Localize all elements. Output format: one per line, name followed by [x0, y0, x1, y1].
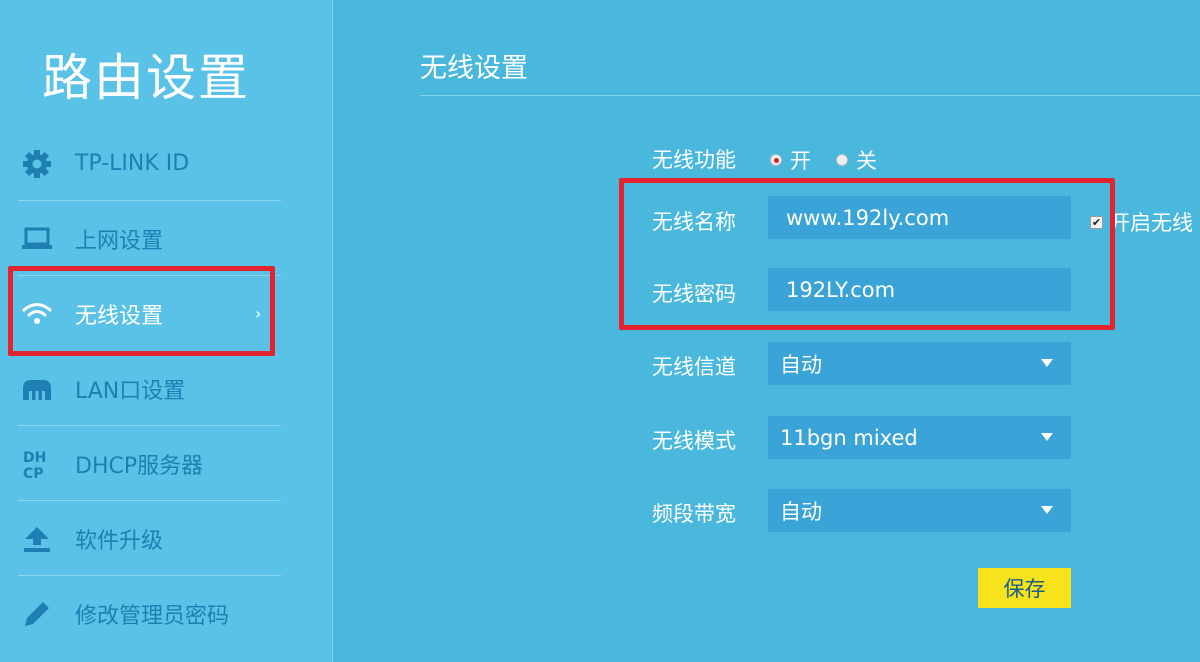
upload-icon	[20, 522, 54, 556]
sidebar-item-tplink-id[interactable]: TP-LINK ID	[0, 126, 333, 201]
pencil-icon	[20, 597, 54, 631]
svg-text:CP: CP	[23, 466, 44, 481]
sidebar-item-dhcp[interactable]: DH CP DHCP服务器	[0, 426, 333, 501]
lan-icon	[20, 372, 54, 406]
save-button[interactable]: 保存	[978, 568, 1071, 608]
mode-select[interactable]: 11bgn mixed	[768, 416, 1071, 459]
sidebar-item-label: LAN口设置	[75, 378, 186, 404]
brand-title: 路由设置	[42, 49, 250, 107]
sidebar-item-label: DHCP服务器	[75, 453, 204, 479]
sidebar-item-label: 修改管理员密码	[75, 603, 230, 629]
channel-select[interactable]: 自动	[768, 342, 1071, 385]
select-value: 自动	[780, 499, 822, 524]
caret-down-icon	[1041, 359, 1053, 367]
title-divider	[420, 95, 1200, 96]
highlight-box-sidebar	[8, 266, 275, 356]
select-value: 自动	[780, 352, 822, 377]
page-title: 无线设置	[420, 53, 528, 84]
radio-dot-icon	[770, 154, 782, 166]
sidebar-item-label: 软件升级	[75, 528, 164, 554]
caret-down-icon	[1041, 433, 1053, 441]
channel-label: 无线信道	[652, 355, 736, 379]
svg-text:DH: DH	[23, 450, 46, 466]
dhcp-icon: DH CP	[20, 447, 54, 481]
select-value: 11bgn mixed	[780, 425, 918, 450]
mode-label: 无线模式	[652, 429, 736, 453]
radio-dot-icon	[836, 154, 848, 166]
radio-label: 开	[790, 149, 811, 173]
sidebar-item-admin-password[interactable]: 修改管理员密码	[0, 576, 333, 651]
sidebar-item-label: 上网设置	[75, 228, 164, 254]
highlight-box-main	[619, 178, 1115, 330]
sidebar-nav: TP-LINK ID 上网设置 无线设置 › LAN口设置 DH CP DHCP…	[0, 126, 333, 651]
radio-wireless-on[interactable]: 开	[770, 145, 811, 175]
sidebar-item-label: TP-LINK ID	[75, 151, 190, 176]
wireless-function-label: 无线功能	[652, 148, 736, 172]
radio-label: 关	[856, 149, 877, 173]
sidebar-item-internet[interactable]: 上网设置	[0, 201, 333, 276]
bandwidth-select[interactable]: 自动	[768, 489, 1071, 532]
checkbox-label: 开启无线	[1109, 211, 1193, 235]
laptop-icon	[20, 222, 54, 256]
bandwidth-label: 频段带宽	[652, 502, 736, 526]
sidebar-item-lan[interactable]: LAN口设置	[0, 351, 333, 426]
radio-wireless-off[interactable]: 关	[836, 145, 877, 175]
gear-icon	[20, 147, 54, 181]
sidebar-item-upgrade[interactable]: 软件升级	[0, 501, 333, 576]
caret-down-icon	[1041, 506, 1053, 514]
